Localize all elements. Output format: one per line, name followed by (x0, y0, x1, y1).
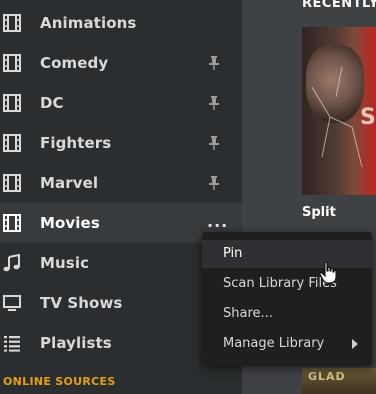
menu-item-label: Manage Library (223, 336, 325, 351)
sidebar-item-label: DC (40, 94, 64, 112)
film-icon (3, 94, 21, 112)
pin-icon[interactable] (208, 136, 220, 150)
sidebar-item-label: Playlists (40, 334, 112, 352)
section-title-online-sources: ONLINE SOURCES (3, 375, 116, 388)
sidebar-item-label: Animations (40, 14, 137, 32)
menu-item-label: Pin (223, 246, 243, 261)
film-icon (3, 14, 21, 32)
sidebar-item-label: Fighters (40, 134, 112, 152)
monitor-icon (3, 295, 21, 311)
context-menu: Pin Scan Library Files Share... Manage L… (202, 232, 372, 366)
menu-item-pin[interactable]: Pin (202, 240, 372, 268)
sidebar-item-label: Movies (40, 214, 100, 232)
film-icon (3, 134, 21, 152)
list-icon (4, 336, 20, 352)
poster2-title-text: GLAD (308, 370, 346, 383)
hand-cursor-icon (320, 262, 336, 284)
film-icon (3, 214, 21, 232)
poster-title-text: SP (360, 105, 376, 130)
more-options-button[interactable]: ... (207, 214, 228, 230)
menu-item-manage-library[interactable]: Manage Library (202, 330, 372, 358)
sidebar-item-fighters[interactable]: Fighters (0, 123, 242, 163)
movie-poster-split[interactable]: SP (302, 27, 376, 195)
sidebar-item-animations[interactable]: Animations (0, 3, 242, 43)
pin-icon[interactable] (208, 176, 220, 190)
section-heading-recently: RECENTLY (302, 0, 376, 11)
sidebar-item-label: Music (40, 254, 90, 272)
pin-icon[interactable] (208, 96, 220, 110)
sidebar-item-label: Marvel (40, 174, 99, 192)
menu-item-share[interactable]: Share... (202, 300, 372, 328)
sidebar-item-dc[interactable]: DC (0, 83, 242, 123)
movie-poster-gladiator[interactable]: GLAD (302, 368, 376, 394)
menu-item-scan-library-files[interactable]: Scan Library Files (202, 270, 372, 298)
menu-item-label: Share... (223, 306, 273, 321)
film-icon (3, 174, 21, 192)
poster-caption[interactable]: Split (302, 205, 336, 220)
pin-icon[interactable] (208, 56, 220, 70)
submenu-arrow-icon (352, 339, 358, 349)
sidebar-item-label: Comedy (40, 54, 109, 72)
sidebar-item-marvel[interactable]: Marvel (0, 163, 242, 203)
music-note-icon (3, 254, 20, 272)
sidebar-item-comedy[interactable]: Comedy (0, 43, 242, 83)
sidebar-item-label: TV Shows (40, 294, 123, 312)
film-icon (3, 54, 21, 72)
